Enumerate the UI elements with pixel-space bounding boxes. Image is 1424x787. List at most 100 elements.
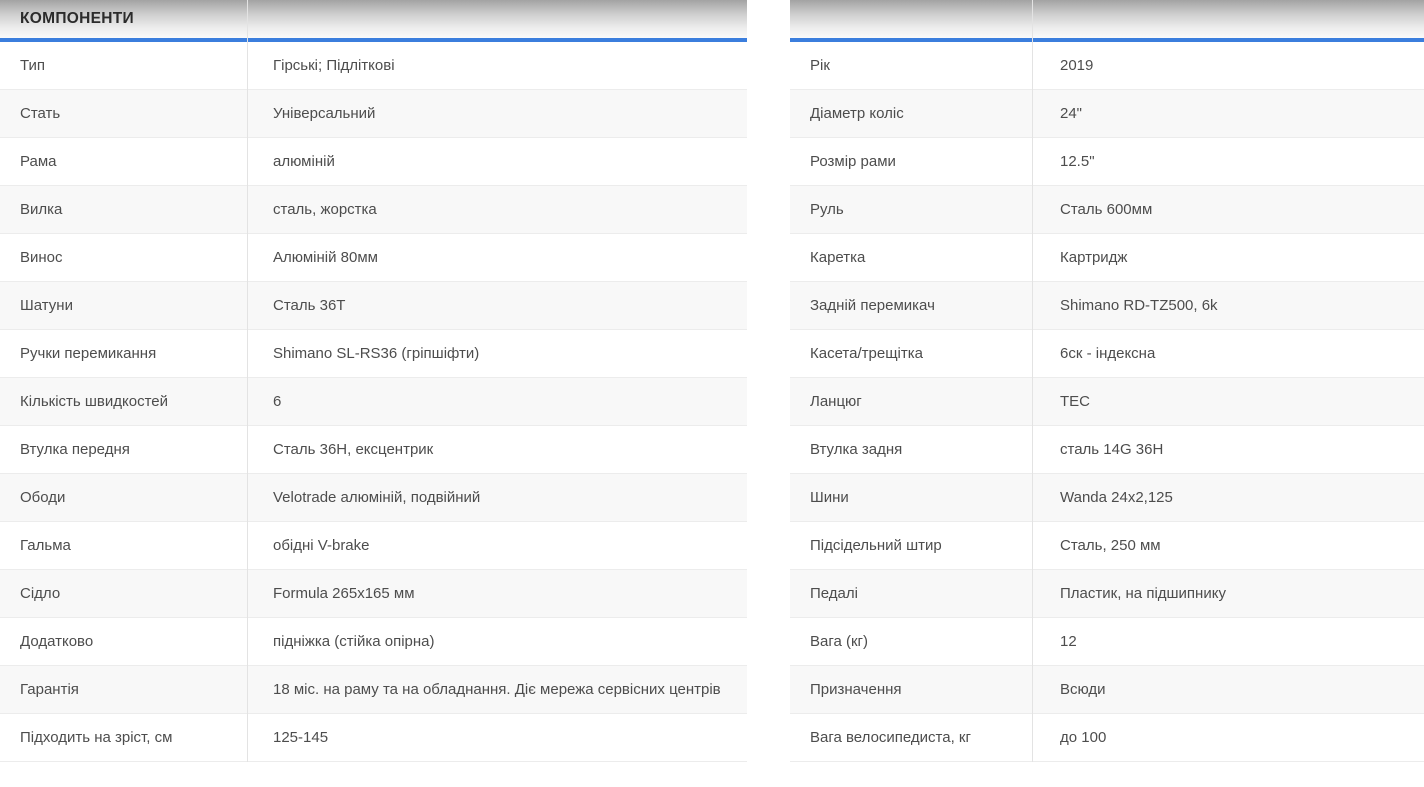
table-title: КОМПОНЕНТИ — [20, 10, 134, 28]
spec-label: Підсідельний штир — [790, 523, 1032, 568]
spec-label: Касета/трещітка — [790, 331, 1032, 376]
spec-label: Шини — [790, 475, 1032, 520]
table-header — [790, 0, 1424, 38]
spec-value: Formula 265x165 мм — [247, 571, 747, 616]
spec-row: ОбодиVelotrade алюміній, подвійний — [0, 474, 747, 522]
spec-value: 12 — [1032, 619, 1424, 664]
spec-label: Гарантія — [0, 667, 247, 712]
general-spec-table: Рік2019Діаметр коліс24"Розмір рами12.5"Р… — [790, 0, 1424, 762]
spec-row: Гальмаобідні V-brake — [0, 522, 747, 570]
spec-value: Сталь 36Т — [247, 283, 747, 328]
spec-label: Рама — [0, 139, 247, 184]
spec-value: Wanda 24x2,125 — [1032, 475, 1424, 520]
spec-rows: Рік2019Діаметр коліс24"Розмір рами12.5"Р… — [790, 42, 1424, 762]
spec-value: підніжка (стійка опірна) — [247, 619, 747, 664]
spec-value: Картридж — [1032, 235, 1424, 280]
spec-value: Пластик, на підшипнику — [1032, 571, 1424, 616]
spec-label: Каретка — [790, 235, 1032, 280]
spec-label: Призначення — [790, 667, 1032, 712]
spec-value: Shimano SL-RS36 (гріпшіфти) — [247, 331, 747, 376]
spec-value: Shimano RD-TZ500, 6k — [1032, 283, 1424, 328]
spec-value: сталь 14G 36H — [1032, 427, 1424, 472]
spec-row: Касета/трещітка6ск - індексна — [790, 330, 1424, 378]
spec-label: Вилка — [0, 187, 247, 232]
spec-label: Ручки перемикання — [0, 331, 247, 376]
spec-row: Втулка заднясталь 14G 36H — [790, 426, 1424, 474]
spec-label: Ланцюг — [790, 379, 1032, 424]
spec-row: Додатковопідніжка (стійка опірна) — [0, 618, 747, 666]
spec-label: Діаметр коліс — [790, 91, 1032, 136]
spec-value: до 100 — [1032, 715, 1424, 760]
spec-row: ЛанцюгTEC — [790, 378, 1424, 426]
spec-value: 18 міс. на раму та на обладнання. Діє ме… — [247, 667, 747, 712]
spec-row: Розмір рами12.5" — [790, 138, 1424, 186]
spec-label: Тип — [0, 43, 247, 88]
spec-row: Вага велосипедиста, кгдо 100 — [790, 714, 1424, 762]
spec-row: Підходить на зріст, см125-145 — [0, 714, 747, 762]
spec-label: Сідло — [0, 571, 247, 616]
spec-row: РульСталь 600мм — [790, 186, 1424, 234]
spec-value: Сталь, 250 мм — [1032, 523, 1424, 568]
spec-row: КареткаКартридж — [790, 234, 1424, 282]
spec-value: 6ск - індексна — [1032, 331, 1424, 376]
spec-row: ТипГірські; Підліткові — [0, 42, 747, 90]
spec-row: Ручки перемиканняShimano SL-RS36 (гріпші… — [0, 330, 747, 378]
spec-value: Алюміній 80мм — [247, 235, 747, 280]
spec-label: Гальма — [0, 523, 247, 568]
spec-value: 6 — [247, 379, 747, 424]
spec-row: Задній перемикачShimano RD-TZ500, 6k — [790, 282, 1424, 330]
spec-label: Додатково — [0, 619, 247, 664]
spec-value: Гірські; Підліткові — [247, 43, 747, 88]
spec-row: Рік2019 — [790, 42, 1424, 90]
spec-label: Підходить на зріст, см — [0, 715, 247, 760]
spec-row: ШиниWanda 24x2,125 — [790, 474, 1424, 522]
spec-label: Стать — [0, 91, 247, 136]
spec-value: сталь, жорстка — [247, 187, 747, 232]
spec-value: обідні V-brake — [247, 523, 747, 568]
spec-label: Вага велосипедиста, кг — [790, 715, 1032, 760]
spec-value: 125-145 — [247, 715, 747, 760]
spec-label: Розмір рами — [790, 139, 1032, 184]
spec-value: алюміній — [247, 139, 747, 184]
spec-row: Кількість швидкостей6 — [0, 378, 747, 426]
components-spec-table: КОМПОНЕНТИ ТипГірські; ПідлітковіСтатьУн… — [0, 0, 747, 762]
spec-value: TEC — [1032, 379, 1424, 424]
spec-row: Діаметр коліс24" — [790, 90, 1424, 138]
spec-row: ПедаліПластик, на підшипнику — [790, 570, 1424, 618]
spec-value: Сталь 36Н, ексцентрик — [247, 427, 747, 472]
spec-row: Гарантія18 міс. на раму та на обладнання… — [0, 666, 747, 714]
spec-row: ШатуниСталь 36Т — [0, 282, 747, 330]
spec-rows: ТипГірські; ПідлітковіСтатьУніверсальний… — [0, 42, 747, 762]
spec-row: Вилкасталь, жорстка — [0, 186, 747, 234]
spec-row: Підсідельний штирСталь, 250 мм — [790, 522, 1424, 570]
spec-label: Педалі — [790, 571, 1032, 616]
spec-value: 12.5" — [1032, 139, 1424, 184]
spec-label: Втулка задня — [790, 427, 1032, 472]
spec-label: Кількість швидкостей — [0, 379, 247, 424]
spec-label: Шатуни — [0, 283, 247, 328]
spec-label: Руль — [790, 187, 1032, 232]
spec-label: Задній перемикач — [790, 283, 1032, 328]
spec-label: Втулка передня — [0, 427, 247, 472]
spec-row: СтатьУніверсальний — [0, 90, 747, 138]
spec-value: 2019 — [1032, 43, 1424, 88]
spec-row: Рамаалюміній — [0, 138, 747, 186]
spec-label: Винос — [0, 235, 247, 280]
spec-value: Сталь 600мм — [1032, 187, 1424, 232]
spec-row: ВиносАлюміній 80мм — [0, 234, 747, 282]
column-divider — [1032, 0, 1033, 762]
column-divider — [247, 0, 248, 762]
spec-row: Втулка передняСталь 36Н, ексцентрик — [0, 426, 747, 474]
table-header: КОМПОНЕНТИ — [0, 0, 747, 38]
spec-value: Velotrade алюміній, подвійний — [247, 475, 747, 520]
spec-row: СідлоFormula 265x165 мм — [0, 570, 747, 618]
spec-label: Вага (кг) — [790, 619, 1032, 664]
spec-value: 24" — [1032, 91, 1424, 136]
spec-value: Універсальний — [247, 91, 747, 136]
spec-label: Ободи — [0, 475, 247, 520]
spec-row: Вага (кг)12 — [790, 618, 1424, 666]
spec-value: Всюди — [1032, 667, 1424, 712]
spec-page: КОМПОНЕНТИ ТипГірські; ПідлітковіСтатьУн… — [0, 0, 1424, 787]
spec-row: ПризначенняВсюди — [790, 666, 1424, 714]
spec-label: Рік — [790, 43, 1032, 88]
